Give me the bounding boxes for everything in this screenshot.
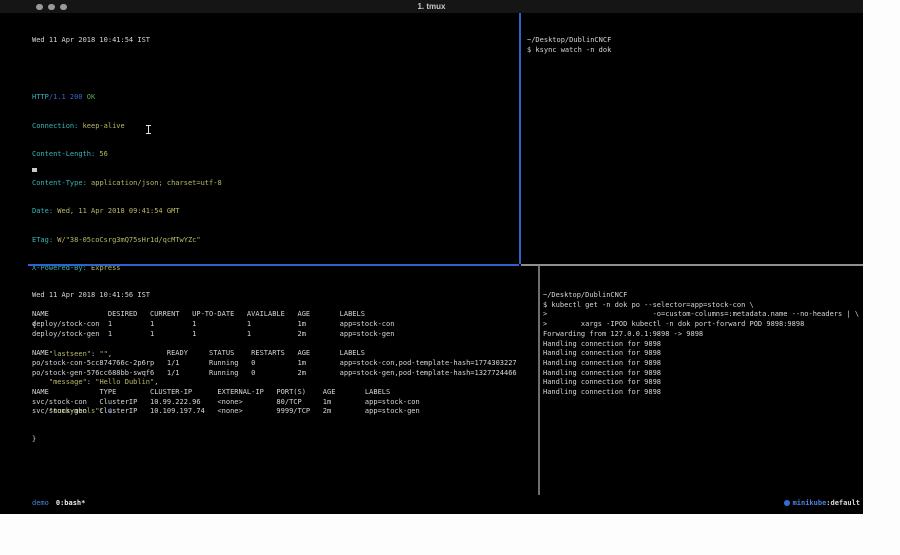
kubernetes-helm-icon <box>784 500 790 506</box>
header-value: keep-alive <box>78 122 124 130</box>
kube-context: minikube <box>793 498 827 508</box>
status-window-label[interactable]: 0:bash* <box>56 499 86 507</box>
header-name: Date: <box>32 207 53 215</box>
response-header: Content-Length: 56 <box>32 150 512 160</box>
http-protocol: HTTP <box>32 93 49 101</box>
terminal-window: 1. tmux Wed 11 Apr 2018 10:41:54 IST HTT… <box>0 0 863 514</box>
http-reason: OK <box>83 93 96 101</box>
tmux-terminal: Wed 11 Apr 2018 10:41:54 IST HTTP/1.1 20… <box>0 13 863 514</box>
blank-line <box>32 464 512 474</box>
response-header: Connection: keep-alive <box>32 122 512 132</box>
header-name: Connection: <box>32 122 78 130</box>
response-header: Date: Wed, 11 Apr 2018 09:41:54 GMT <box>32 207 512 217</box>
header-value: Wed, 11 Apr 2018 09:41:54 GMT <box>53 207 179 215</box>
header-value: application/json; charset=utf-8 <box>87 179 222 187</box>
http-status-line: HTTP/1.1 200 OK <box>32 93 512 103</box>
session-name: demo <box>32 499 49 507</box>
response-header: Content-Type: application/json; charset=… <box>32 179 512 189</box>
window-titlebar[interactable]: 1. tmux <box>0 0 863 13</box>
tmux-status-bar: demo 0:bash* minikube:default <box>32 498 860 508</box>
kube-namespace: :default <box>826 498 860 508</box>
pane-border-horizontal-inactive[interactable] <box>521 264 863 266</box>
timestamp: Wed 11 Apr 2018 10:41:54 IST <box>32 36 512 46</box>
pane-ksync[interactable]: ~/Desktop/DublinCNCF $ ksync watch -n do… <box>527 17 857 74</box>
json-close-brace: } <box>32 435 512 445</box>
pane-border-vertical-bottom[interactable] <box>538 266 540 495</box>
screen: 1. tmux Wed 11 Apr 2018 10:41:54 IST HTT… <box>0 0 900 555</box>
mouse-ibeam-cursor <box>146 125 151 134</box>
terminal-cursor <box>32 168 37 172</box>
status-right: minikube:default <box>784 498 860 508</box>
response-header: ETag: W/"38-05coCsrg3mQ75sHr1d/qcMTwYZc" <box>32 236 512 246</box>
http-version-code: /1.1 200 <box>49 93 83 101</box>
ksync-output: ~/Desktop/DublinCNCF $ ksync watch -n do… <box>527 36 857 55</box>
header-name: Content-Type: <box>32 179 87 187</box>
window-title: 1. tmux <box>0 2 863 11</box>
blank-line <box>32 65 512 75</box>
port-forward-output: ~/Desktop/DublinCNCF $ kubectl get -n do… <box>543 291 861 398</box>
header-name: ETag: <box>32 236 53 244</box>
pane-kubectl-get[interactable]: Wed 11 Apr 2018 10:41:56 IST NAME DESIRE… <box>32 272 532 436</box>
kubectl-get-output: Wed 11 Apr 2018 10:41:56 IST NAME DESIRE… <box>32 291 532 417</box>
header-value: W/"38-05coCsrg3mQ75sHr1d/qcMTwYZc" <box>53 236 201 244</box>
header-name: Content-Length: <box>32 150 95 158</box>
pane-port-forward[interactable]: ~/Desktop/DublinCNCF $ kubectl get -n do… <box>543 272 861 417</box>
header-value: 56 <box>95 150 108 158</box>
pane-border-horizontal-active[interactable] <box>28 264 519 266</box>
pane-border-vertical-top[interactable] <box>519 13 521 264</box>
